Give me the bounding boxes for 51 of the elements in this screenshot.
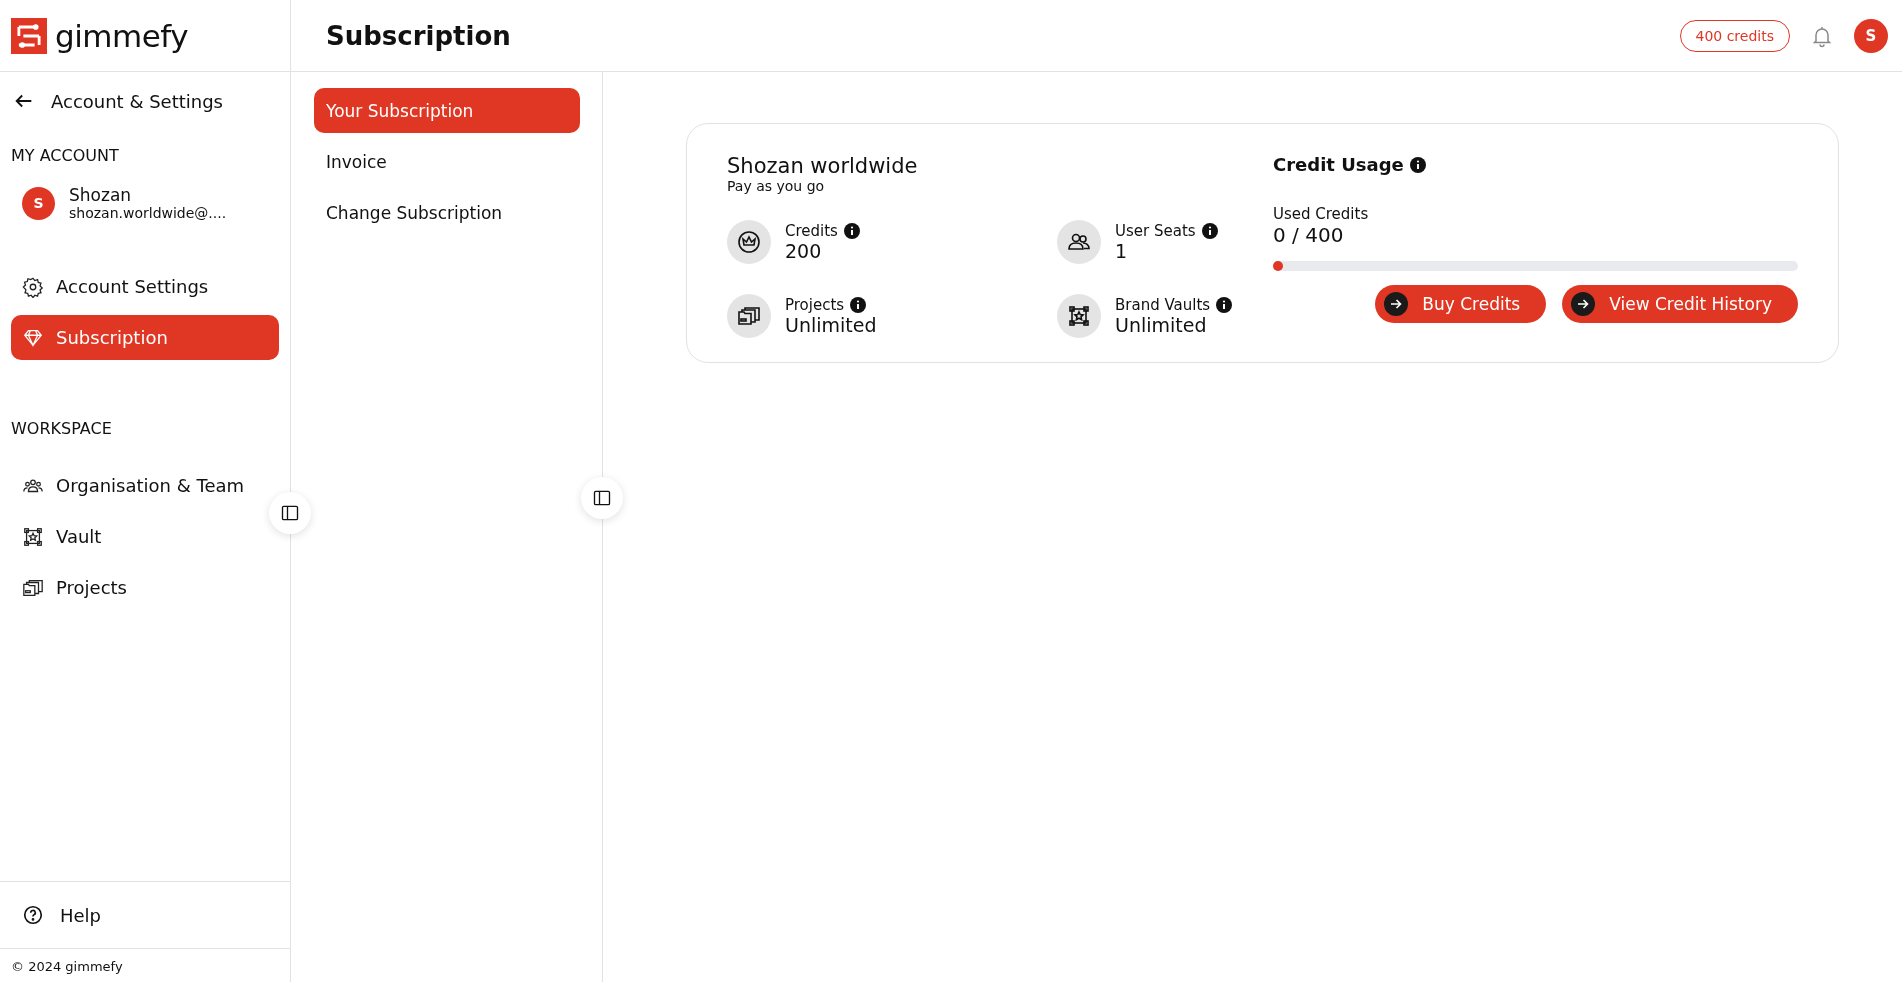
profile-avatar[interactable]: S (1854, 18, 1888, 53)
info-icon[interactable] (1201, 223, 1218, 239)
copyright-text: © 2024 gimmefy (0, 948, 290, 982)
panel-toggle-button[interactable] (581, 477, 623, 519)
plan-name: Pay as you go (727, 178, 826, 194)
section-heading: WORKSPACE (10, 418, 113, 440)
star-frame-icon (1057, 294, 1101, 338)
subnav-item[interactable]: Invoice (314, 139, 580, 184)
info-icon[interactable] (1216, 297, 1233, 313)
account-name: Shozan worldwide (727, 154, 919, 178)
subnav-item[interactable]: Your Subscription (314, 88, 580, 133)
gear-icon (22, 275, 44, 298)
folders-icon (727, 294, 771, 338)
stat-label: Projects (785, 296, 845, 314)
info-icon[interactable] (843, 223, 860, 239)
stat-value: Unlimited (1115, 314, 1208, 336)
sidebar-item[interactable]: Subscription (11, 315, 279, 360)
used-credits-label: Used Credits (1273, 205, 1370, 223)
crown-icon (727, 220, 771, 264)
logo-text: gimmefy (55, 17, 188, 54)
sidebar-item[interactable]: Projects (11, 565, 279, 610)
user-email: shozan.worldwide@.... (69, 205, 227, 221)
page-title: Subscription (326, 20, 511, 51)
sidebar-item[interactable]: Account Settings (11, 264, 279, 309)
used-credits-reading: 0 / 400 (1273, 223, 1345, 247)
stat-value: 1 (1115, 240, 1129, 262)
user-avatar: S (22, 186, 55, 220)
star-frame-icon (22, 525, 44, 548)
section-heading: MY ACCOUNT (10, 145, 120, 167)
credit-usage-title: Credit Usage (1273, 154, 1404, 175)
back-label: Account & Settings (51, 90, 223, 112)
sidebar-toggle-button[interactable] (269, 492, 311, 534)
sidebar-toggle-icon (592, 488, 612, 508)
people-icon (1057, 220, 1101, 264)
action-button[interactable]: Buy Credits (1375, 285, 1547, 323)
info-icon[interactable] (850, 297, 867, 313)
stat-label: Credits (785, 222, 838, 240)
subnav-item[interactable]: Change Subscription (314, 190, 580, 235)
stat-value: Unlimited (785, 314, 877, 336)
help-icon[interactable] (22, 904, 44, 926)
logo-icon (11, 17, 47, 54)
stat-label: Brand Vaults (1115, 296, 1211, 314)
sidebar-item[interactable]: Vault (11, 514, 279, 559)
help-link[interactable]: Help (60, 904, 102, 926)
action-button[interactable]: View Credit History (1562, 285, 1798, 323)
stat-label: User Seats (1115, 222, 1196, 240)
info-icon[interactable] (1409, 156, 1426, 173)
user-name: Shozan (69, 185, 133, 205)
stat-value: 200 (785, 240, 823, 262)
sidebar-item[interactable]: Organisation & Team (11, 463, 279, 508)
sidebar-toggle-icon (280, 503, 300, 523)
